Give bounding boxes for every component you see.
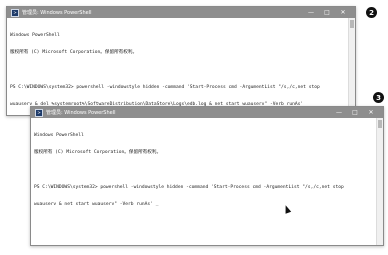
- maximize-button[interactable]: □: [319, 7, 335, 18]
- minimize-button[interactable]: —: [303, 7, 319, 18]
- minimize-button[interactable]: —: [331, 107, 347, 118]
- console-output-2[interactable]: Windows PowerShell 版权所有 (C) Microsoft Co…: [31, 118, 377, 245]
- powershell-icon: >: [11, 8, 19, 17]
- console-line: PS C:\WINDOWS\system32> powershell -wind…: [34, 184, 344, 190]
- scrollbar[interactable]: [376, 118, 383, 245]
- powershell-icon: >: [35, 108, 43, 117]
- powershell-window-1[interactable]: > 管理员: Windows PowerShell — □ ✕ Windows …: [6, 6, 356, 116]
- window-2-titlebar[interactable]: > 管理员: Windows PowerShell — □ ✕: [31, 107, 383, 118]
- window-2-title: 管理员: Windows PowerShell: [46, 110, 116, 116]
- close-button[interactable]: ✕: [363, 107, 379, 118]
- step-badge: 2: [366, 7, 377, 18]
- console-line: 版权所有 (C) Microsoft Corporation。保留所有权利。: [10, 49, 138, 55]
- powershell-window-2[interactable]: > 管理员: Windows PowerShell — □ ✕ Windows …: [30, 106, 384, 246]
- scrollbar-thumb[interactable]: [350, 20, 354, 28]
- window-1-titlebar[interactable]: > 管理员: Windows PowerShell — □ ✕: [7, 7, 355, 18]
- console-line: wuauserv & net start wuauserv" -Verb run…: [34, 202, 159, 208]
- console-line: Windows PowerShell: [34, 132, 84, 138]
- maximize-button[interactable]: □: [347, 107, 363, 118]
- window-1-title: 管理员: Windows PowerShell: [22, 10, 92, 16]
- scrollbar[interactable]: [348, 18, 355, 115]
- console-line: PS C:\WINDOWS\system32> powershell -wind…: [10, 84, 320, 90]
- step-badge: 3: [373, 92, 384, 103]
- console-output-1[interactable]: Windows PowerShell 版权所有 (C) Microsoft Co…: [7, 18, 349, 115]
- scrollbar-thumb[interactable]: [378, 120, 382, 128]
- console-line: 版权所有 (C) Microsoft Corporation。保留所有权利。: [34, 149, 162, 155]
- console-line: Windows PowerShell: [10, 32, 60, 38]
- close-button[interactable]: ✕: [335, 7, 351, 18]
